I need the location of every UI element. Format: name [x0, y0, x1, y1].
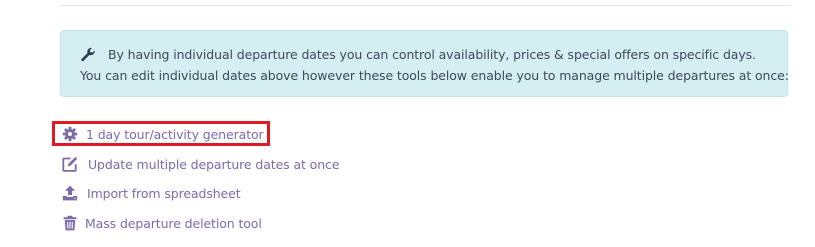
tool-label: Mass departure deletion tool — [85, 215, 262, 231]
upload-icon — [62, 185, 78, 201]
edit-icon — [62, 156, 78, 172]
highlight-annotation-box — [52, 121, 270, 146]
tool-link-update-multiple-dates[interactable]: Update multiple departure dates at once — [62, 154, 340, 174]
departure-tools-section: By having individual departure dates you… — [0, 0, 815, 247]
tool-label: Update multiple departure dates at once — [88, 156, 340, 172]
section-divider — [60, 5, 791, 6]
tool-link-mass-deletion[interactable]: Mass departure deletion tool — [62, 213, 262, 233]
info-alert: By having individual departure dates you… — [60, 30, 789, 97]
tool-link-import-spreadsheet[interactable]: Import from spreadsheet — [62, 183, 241, 203]
tool-label: Import from spreadsheet — [87, 185, 241, 201]
info-text-line-2: You can edit individual dates above howe… — [80, 68, 789, 83]
info-text-line-1: By having individual departure dates you… — [108, 47, 756, 62]
wrench-icon — [81, 47, 95, 62]
trash-icon — [63, 215, 77, 231]
